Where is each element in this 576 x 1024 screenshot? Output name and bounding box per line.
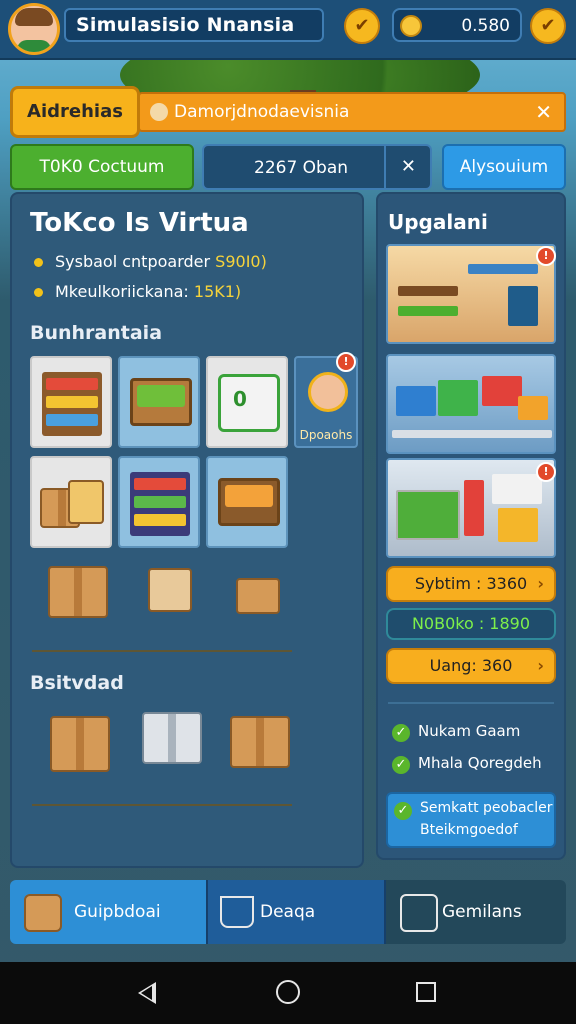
chevron-right-icon: ›	[537, 656, 544, 675]
coin-icon	[400, 15, 422, 37]
box-icon[interactable]	[236, 578, 280, 614]
check-icon: ✓	[392, 756, 410, 774]
shopkeeper-mini-icon	[150, 103, 168, 121]
alert-badge: !	[536, 462, 556, 482]
upgrades-title: Upgalani	[388, 210, 488, 234]
bullet-icon	[34, 258, 43, 267]
upgrade-card-goods[interactable]	[386, 354, 556, 454]
coin-value: 0.580	[461, 16, 510, 36]
basket-icon	[400, 894, 438, 932]
nav-label: Guipbdoai	[74, 902, 161, 922]
shelf-item-tile[interactable]	[118, 456, 200, 548]
nav-item-basket[interactable]: Gemilans	[384, 880, 566, 944]
check-icon: ✓	[394, 802, 412, 820]
stat-row: Sysbaol cntpoarder S90I0)	[34, 252, 267, 271]
produce-crate-icon	[130, 378, 192, 426]
recents-icon[interactable]	[416, 982, 436, 1002]
store-select-button[interactable]: T0K0 Coctuum	[10, 144, 194, 190]
check-item: ✓ Nukam Gaam	[392, 722, 520, 742]
player-avatar[interactable]	[8, 3, 60, 55]
shelf-icon	[130, 472, 190, 536]
upgrade-price-button[interactable]: Sybtim : 3360 ›	[386, 566, 556, 602]
shelf-item-tile[interactable]	[30, 356, 112, 448]
store-title: ToKco Is Virtua	[30, 208, 249, 238]
box-icon	[24, 894, 62, 932]
info-line: Semkatt peobacler	[420, 800, 553, 816]
crate-item-tile[interactable]	[118, 356, 200, 448]
divider	[32, 650, 292, 652]
upgrade-card-store[interactable]	[386, 244, 556, 344]
check-item: ✓ Mhala Qoregdeh	[392, 754, 542, 774]
system-nav-bar	[0, 962, 576, 1024]
bullet-icon	[34, 288, 43, 297]
back-icon[interactable]	[138, 982, 156, 1004]
section-label: Bunhrantaia	[30, 322, 163, 344]
section-label: Bsitvdad	[30, 672, 124, 694]
avatar-hair	[15, 8, 53, 26]
notification-banner[interactable]: Damorjdnodaevisnia ✕	[138, 92, 566, 132]
location-value: 2267 Oban	[254, 158, 349, 178]
freezer-icon: 0	[218, 374, 280, 432]
alert-badge: !	[536, 246, 556, 266]
game-title: Simulasisio Nnansia	[64, 8, 324, 42]
banner-tag[interactable]: Aidrehias	[10, 86, 140, 138]
worker-icon	[308, 372, 348, 412]
upgrade-price-button[interactable]: Uang: 360 ›	[386, 648, 556, 684]
box-icon[interactable]	[50, 716, 110, 772]
home-icon[interactable]	[276, 980, 300, 1004]
nav-item-cart[interactable]: Deaqa	[206, 880, 384, 944]
upgrade-card-cart[interactable]	[386, 458, 556, 558]
divider	[388, 702, 554, 704]
alert-badge: !	[336, 352, 356, 372]
box-icon[interactable]	[48, 566, 108, 618]
banner-message: Damorjdnodaevisnia	[174, 102, 350, 122]
divider	[32, 804, 292, 806]
nav-label: Deaqa	[260, 902, 316, 922]
boxes-item-tile[interactable]	[30, 456, 112, 548]
counter-item-tile[interactable]	[206, 456, 288, 548]
counter-icon	[218, 478, 280, 526]
box-icon[interactable]	[142, 712, 202, 764]
store-panel: ToKco Is Virtua Sysbaol cntpoarder S90I0…	[10, 192, 364, 868]
nav-item-products[interactable]: Guipbdoai	[10, 880, 206, 944]
location-field[interactable]: 2267 Oban ✕	[202, 144, 432, 190]
bottom-nav: Guipbdoai Deaqa Gemilans	[10, 880, 566, 944]
close-icon[interactable]: ✕	[535, 94, 552, 130]
coin-counter: 0.580	[392, 8, 522, 42]
shelf-icon	[42, 372, 102, 436]
nav-label: Gemilans	[442, 902, 522, 922]
checkmark-coin-icon[interactable]: ✔	[530, 8, 566, 44]
freezer-item-tile[interactable]: 0	[206, 356, 288, 448]
upgrades-panel: Upgalani ! ! Sybtim : 3360 › N0B0ko : 189…	[376, 192, 566, 860]
checkmark-coin-icon[interactable]: ✔	[344, 8, 380, 44]
box-icon	[68, 480, 104, 524]
stat-row: Mkeulkoriickana: 15K1)	[34, 282, 241, 301]
info-card[interactable]: ✓ Semkatt peobacler Bteikmgoedof	[386, 792, 556, 848]
blue-action-button[interactable]: Alysouium	[442, 144, 566, 190]
check-icon: ✓	[392, 724, 410, 742]
box-icon[interactable]	[230, 716, 290, 768]
clear-icon[interactable]: ✕	[401, 156, 416, 177]
avatar-shirt	[17, 40, 51, 52]
info-line: Bteikmgoedof	[420, 822, 518, 838]
box-icon[interactable]	[148, 568, 192, 612]
worker-label: Dpoaohs	[299, 428, 353, 442]
field-divider	[384, 146, 386, 188]
chevron-right-icon: ›	[537, 574, 544, 593]
top-bar: Simulasisio Nnansia ✔ 0.580 ✔	[0, 0, 576, 60]
upgrade-price-button[interactable]: N0B0ko : 1890	[386, 608, 556, 640]
cart-icon	[220, 896, 254, 928]
